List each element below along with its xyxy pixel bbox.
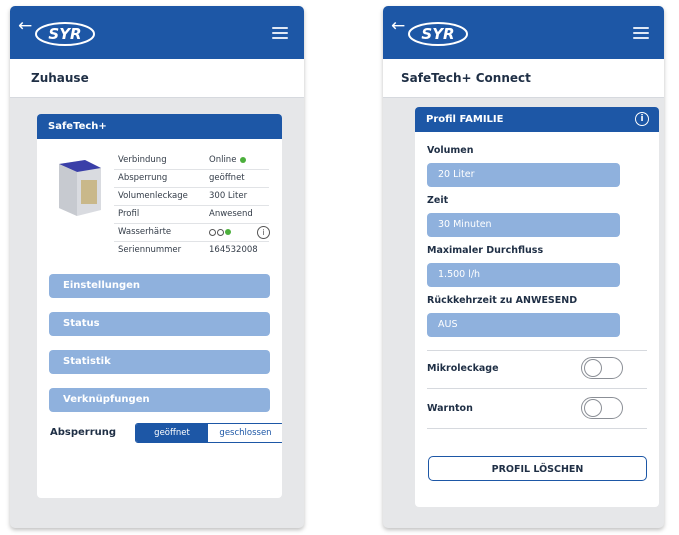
volumen-value[interactable]: 20 Liter (427, 163, 620, 187)
statistik-button[interactable]: Statistik (49, 350, 270, 374)
info-icon[interactable]: i (635, 112, 649, 126)
device-card: SafeTech+ Verbindung Online Absperrung g… (37, 114, 282, 498)
info-row-volumenleckage: Volumenleckage 300 Liter (114, 188, 269, 206)
menu-icon[interactable] (272, 27, 288, 39)
zeit-value[interactable]: 30 Minuten (427, 213, 620, 237)
back-arrow-icon[interactable]: ← (391, 18, 405, 35)
info-row-wasserhaerte: Wasserhärte i (114, 224, 270, 242)
warnton-label: Warnton (427, 403, 473, 414)
app-bar: ← SYR (383, 6, 664, 59)
divider (427, 350, 647, 351)
geoeffnet-option[interactable]: geöffnet (136, 424, 208, 442)
absperrung-toggle: geöffnet geschlossen (135, 423, 282, 443)
card-title: Profil FAMILIE i (415, 107, 659, 132)
einstellungen-button[interactable]: Einstellungen (49, 274, 270, 298)
geschlossen-option[interactable]: geschlossen (208, 424, 282, 442)
mikroleckage-toggle[interactable] (581, 357, 623, 379)
card-title: SafeTech+ (37, 114, 282, 139)
device-info-table: Verbindung Online Absperrung geöffnet Vo… (114, 152, 270, 259)
max-durchfluss-label: Maximaler Durchfluss (427, 245, 544, 256)
warnton-toggle[interactable] (581, 397, 623, 419)
absperrung-label: Absperrung (50, 427, 117, 438)
svg-text:SYR: SYR (421, 25, 454, 43)
syr-logo: SYR (408, 22, 468, 46)
profil-loeschen-button[interactable]: PROFIL LÖSCHEN (428, 456, 647, 481)
back-arrow-icon[interactable]: ← (18, 18, 32, 35)
info-icon[interactable]: i (257, 226, 270, 239)
info-row-profil: Profil Anwesend (114, 206, 269, 224)
volumen-label: Volumen (427, 145, 474, 156)
divider (427, 388, 647, 389)
mikroleckage-label: Mikroleckage (427, 363, 499, 374)
menu-icon[interactable] (633, 27, 649, 39)
online-status-dot-icon (240, 156, 247, 163)
page-header: Zuhause (10, 59, 304, 98)
zeit-label: Zeit (427, 195, 449, 206)
rueckkehrzeit-value[interactable]: AUS (427, 313, 620, 337)
rueckkehrzeit-label: Rückkehrzeit zu ANWESEND (427, 295, 578, 306)
safetech-device-image (59, 160, 101, 216)
app-bar: ← SYR (10, 6, 304, 59)
syr-logo: SYR (35, 22, 95, 46)
page-header: SafeTech+ Connect (383, 59, 664, 98)
phone-screen-home: ← SYR Zuhause SafeTech+ Verbindung Onlin… (10, 6, 304, 528)
info-row-seriennummer: Seriennummer 164532008 (118, 245, 258, 255)
profile-card: Profil FAMILIE i Volumen 20 Liter Zeit 3… (415, 107, 659, 507)
info-row-verbindung: Verbindung Online (114, 152, 269, 170)
page-title: SafeTech+ Connect (401, 71, 531, 85)
max-durchfluss-value[interactable]: 1.500 l/h (427, 263, 620, 287)
phone-screen-profile: ← SYR SafeTech+ Connect Profil FAMILIE i… (383, 6, 664, 528)
page-title: Zuhause (31, 71, 89, 85)
status-button[interactable]: Status (49, 312, 270, 336)
info-row-absperrung: Absperrung geöffnet (114, 170, 269, 188)
divider (427, 428, 647, 429)
verknuepfungen-button[interactable]: Verknüpfungen (49, 388, 270, 412)
svg-text:SYR: SYR (48, 25, 81, 43)
